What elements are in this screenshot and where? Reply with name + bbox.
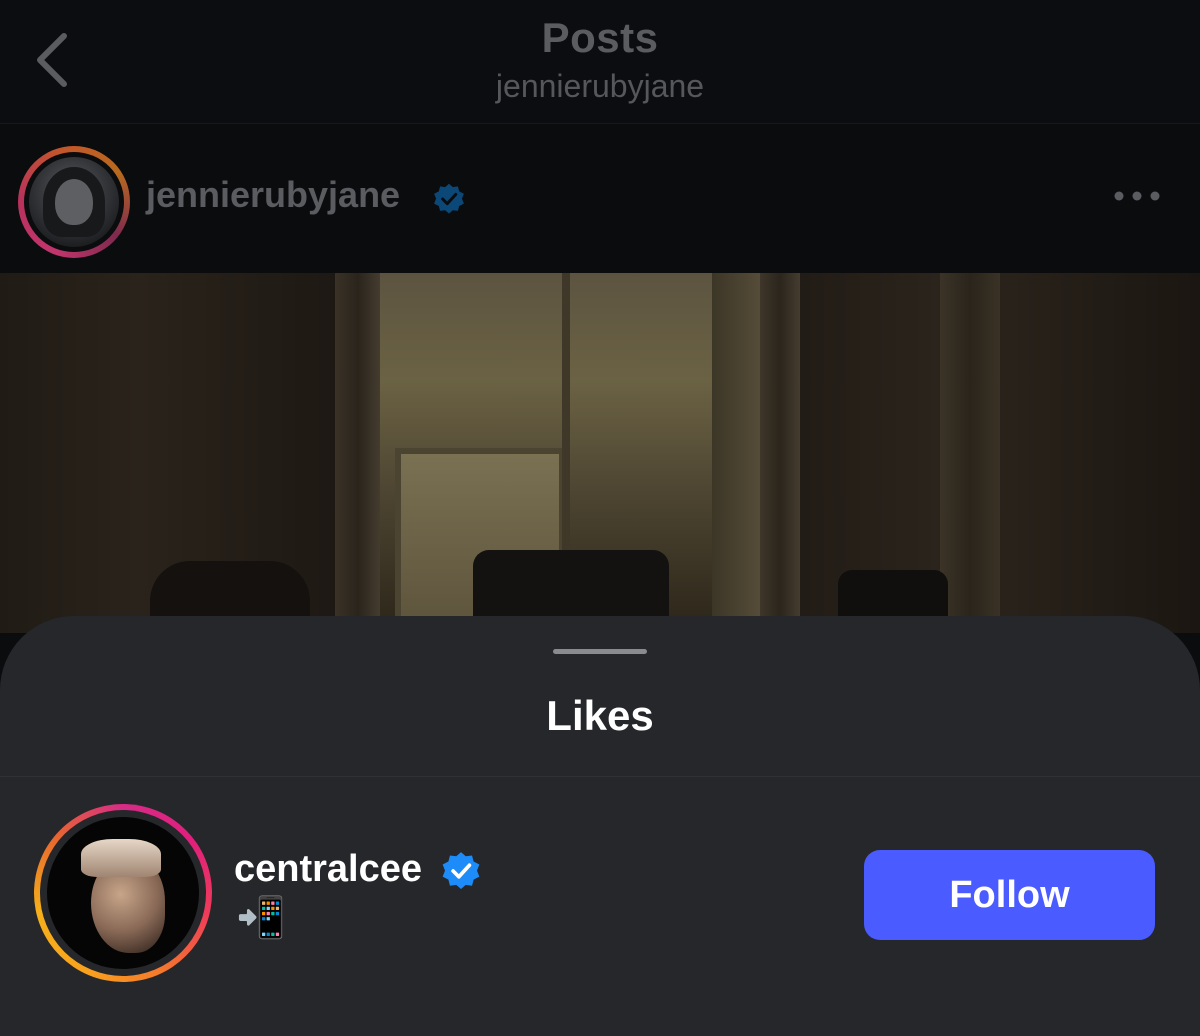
page-subtitle: jennierubyjane [495,68,705,104]
post-author-username[interactable]: jennierubyjane [146,174,400,216]
avatar [29,157,119,247]
post-image[interactable] [0,273,1200,633]
page-title: Posts [541,14,659,61]
likes-sheet: Likes centralcee 📲 Follow [0,616,1200,1036]
divider [0,776,1200,777]
verified-badge-icon [442,852,480,890]
follow-button[interactable]: Follow [864,850,1155,940]
top-nav-bar: Posts jennierubyjane [0,0,1200,124]
avatar [47,817,199,969]
story-ring[interactable] [34,804,212,982]
liker-bio: 📲 [236,896,286,940]
sheet-drag-handle[interactable] [553,649,647,654]
story-ring[interactable] [18,146,130,258]
sheet-title: Likes [546,692,654,739]
liker-username[interactable]: centralcee [234,848,422,891]
more-horizontal-icon[interactable] [1112,186,1162,206]
verified-badge-icon [434,183,464,214]
post-header: jennierubyjane [0,124,1200,272]
